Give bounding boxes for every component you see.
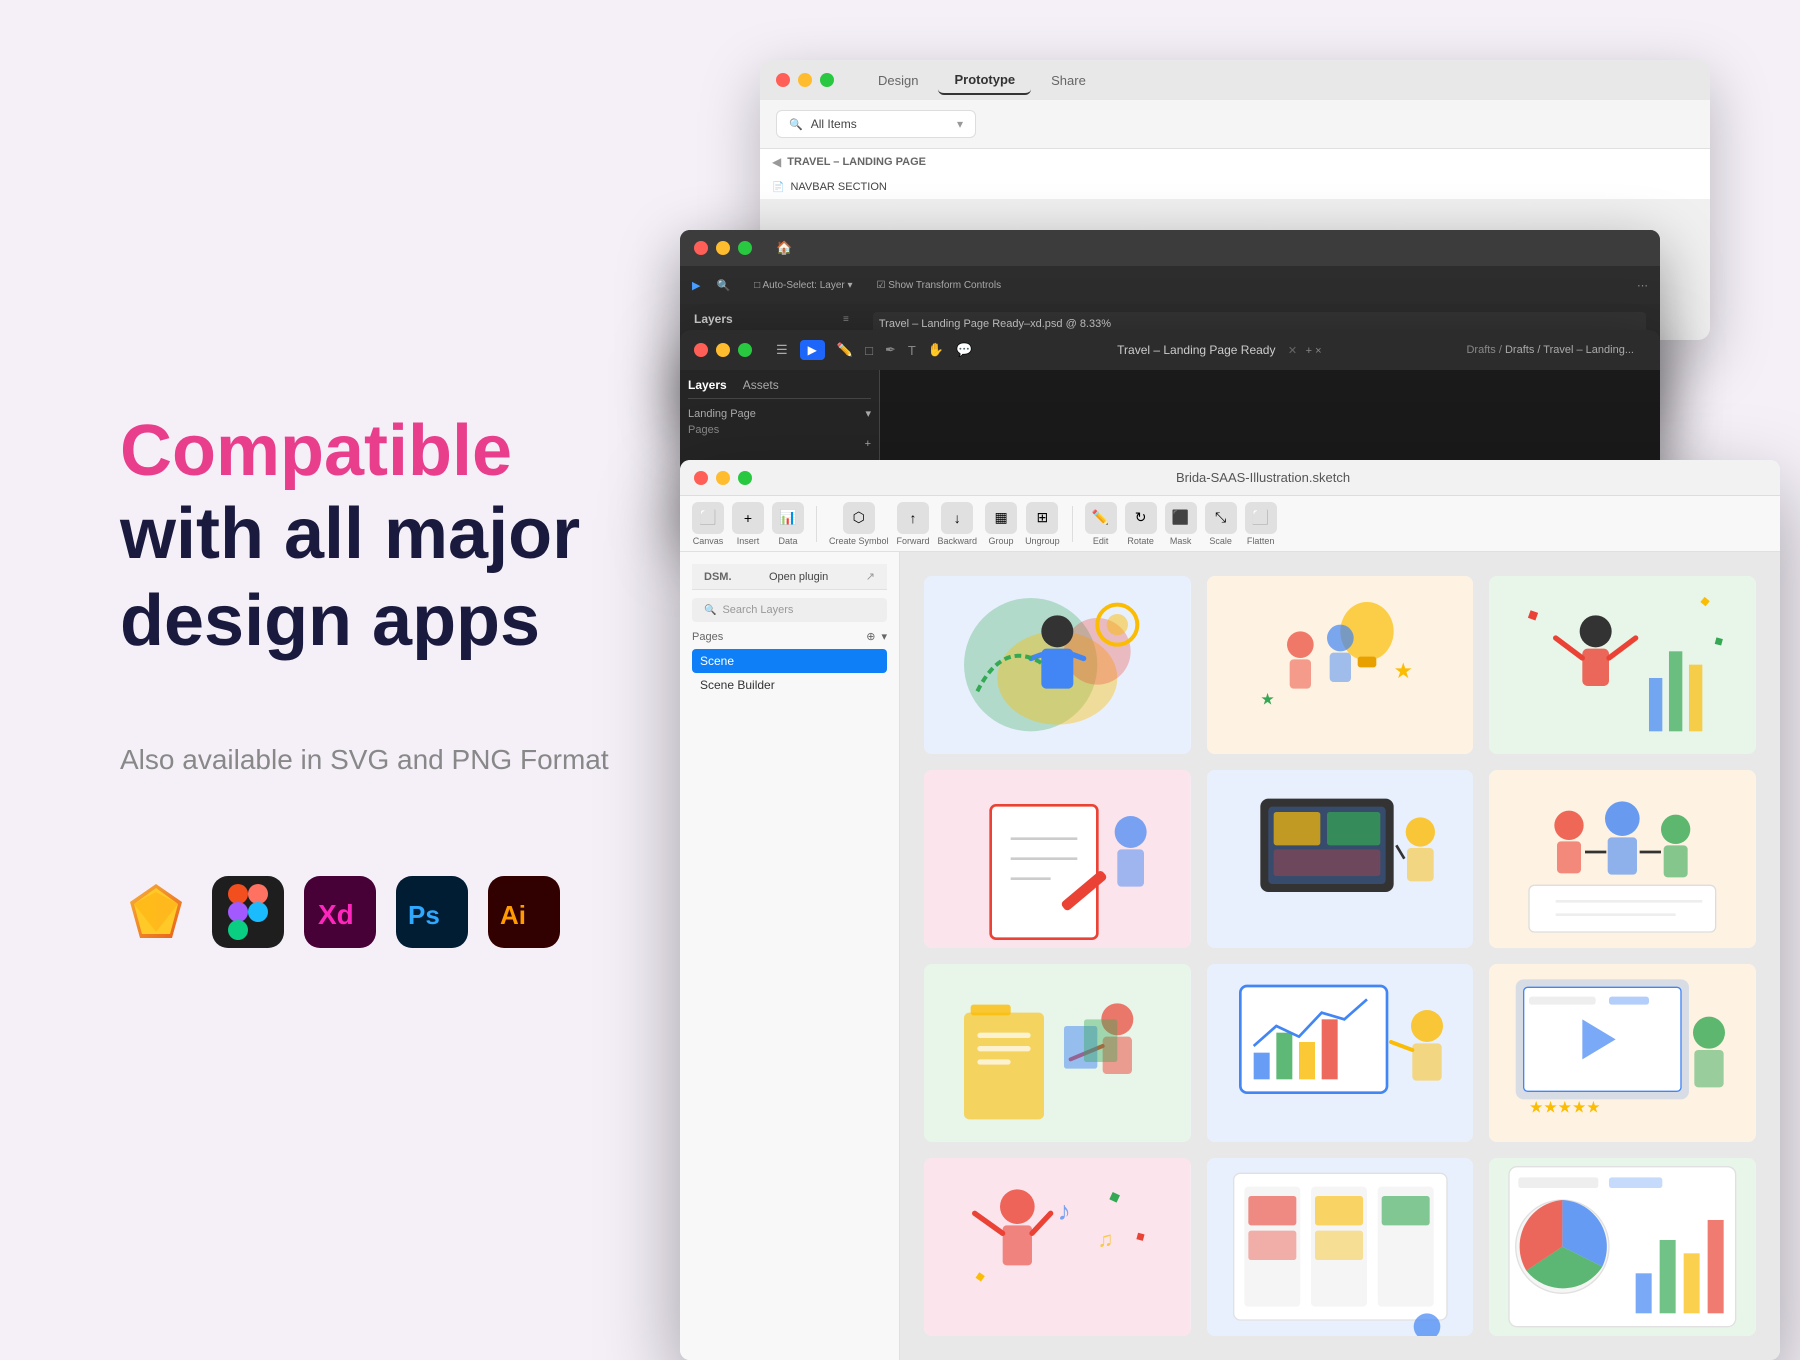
figma-prototype-titlebar: Design Prototype Share xyxy=(760,60,1710,100)
illustration-1 xyxy=(924,576,1191,754)
data-tool[interactable]: 📊 Data xyxy=(772,502,804,546)
headline-compatible: Compatible xyxy=(120,412,630,491)
sketch-plugin-bar: DSM. Open plugin ↗ xyxy=(692,564,887,590)
svg-text:Xd: Xd xyxy=(318,899,354,930)
mask-tool[interactable]: ⬛ Mask xyxy=(1165,502,1197,546)
illustration-12 xyxy=(1489,1158,1756,1336)
backward-tool[interactable]: ↓ Backward xyxy=(938,502,978,546)
sketch-toolbar: ⬜ Canvas + Insert 📊 Data ⬡ Create Symbol… xyxy=(680,496,1780,552)
svg-text:Ai: Ai xyxy=(500,900,526,930)
ai-icon: Ai xyxy=(488,876,560,948)
sketch-search-layers[interactable]: 🔍 Search Layers xyxy=(692,598,887,622)
layers-tab[interactable]: Layers xyxy=(688,378,727,392)
ps-maximize[interactable] xyxy=(738,241,752,255)
canvas-tool[interactable]: ⬜ Canvas xyxy=(692,502,724,546)
left-panel: Compatible with all major design apps Al… xyxy=(0,0,750,1360)
figma-tabs: Design Prototype Share xyxy=(862,66,1102,95)
minimize-button[interactable] xyxy=(798,73,812,87)
ps-icon: Ps xyxy=(396,876,468,948)
forward-tool[interactable]: ↑ Forward xyxy=(897,502,930,546)
sketch-body: DSM. Open plugin ↗ 🔍 Search Layers Pages… xyxy=(680,552,1780,1360)
illustration-8 xyxy=(1207,964,1474,1142)
svg-text:★: ★ xyxy=(1260,692,1274,709)
headline: Compatible with all major design apps xyxy=(120,412,630,664)
ps-titlebar: 🏠 xyxy=(680,230,1660,266)
create-symbol-tool[interactable]: ⬡ Create Symbol xyxy=(829,502,889,546)
breadcrumb-item: ◀ TRAVEL – LANDING PAGE xyxy=(760,149,1710,175)
scene-page[interactable]: Scene xyxy=(692,649,887,673)
right-panel: Design Prototype Share 🔍 All Items ▾ ◀ T… xyxy=(680,0,1800,1360)
illustration-3 xyxy=(1489,576,1756,754)
share-tab[interactable]: Share xyxy=(1035,67,1102,94)
figma-main-maximize[interactable] xyxy=(738,343,752,357)
xd-icon: Xd xyxy=(304,876,376,948)
ungroup-tool[interactable]: ⊞ Ungroup xyxy=(1025,502,1060,546)
scale-tool[interactable]: ⤡ Scale xyxy=(1205,502,1237,546)
flatten-tool[interactable]: ⬜ Flatten xyxy=(1245,502,1277,546)
svg-text:Ps: Ps xyxy=(408,900,440,930)
illustration-4 xyxy=(924,770,1191,948)
figma-main-titlebar: ☰ ▶ ✏️ □ ✒ T ✋ 💬 Travel – Landing Page R… xyxy=(680,330,1660,370)
design-tab[interactable]: Design xyxy=(862,67,934,94)
sketch-maximize[interactable] xyxy=(738,471,752,485)
sketch-canvas: ★ ★ xyxy=(900,552,1780,1360)
maximize-button[interactable] xyxy=(820,73,834,87)
sketch-close[interactable] xyxy=(694,471,708,485)
group-tool[interactable]: ▦ Group xyxy=(985,502,1017,546)
sketch-titlebar: Brida-SAAS-Illustration.sketch xyxy=(680,460,1780,496)
illustration-7 xyxy=(924,964,1191,1142)
illustration-6 xyxy=(1489,770,1756,948)
illustration-10: ♪ ♫ xyxy=(924,1158,1191,1336)
illustration-5 xyxy=(1207,770,1474,948)
close-button[interactable] xyxy=(776,73,790,87)
headline-rest-line2: design apps xyxy=(120,578,630,664)
figma-icon xyxy=(212,876,284,948)
scene-builder-page[interactable]: Scene Builder xyxy=(692,673,887,697)
sketch-icon xyxy=(120,876,192,948)
add-page-button[interactable]: ⊕ xyxy=(866,630,875,643)
edit-tool[interactable]: ✏️ Edit xyxy=(1085,502,1117,546)
navbar-section-item: 📄 NAVBAR SECTION xyxy=(760,175,1710,199)
svg-text:♪: ♪ xyxy=(1057,1196,1070,1226)
insert-tool[interactable]: + Insert xyxy=(732,502,764,546)
illustration-11 xyxy=(1207,1158,1474,1336)
svg-text:♫: ♫ xyxy=(1097,1228,1113,1252)
illustration-9: ★★★★★ xyxy=(1489,964,1756,1142)
rotate-tool[interactable]: ↻ Rotate xyxy=(1125,502,1157,546)
subtitle-text: Also available in SVG and PNG Format xyxy=(120,744,630,776)
sketch-pages-header: Pages ⊕ ▾ xyxy=(692,630,887,643)
sidebar-tabs: Layers Assets xyxy=(688,378,871,399)
sketch-window: Brida-SAAS-Illustration.sketch ⬜ Canvas … xyxy=(680,460,1780,1360)
figma-main-close[interactable] xyxy=(694,343,708,357)
svg-text:★★★★★: ★★★★★ xyxy=(1529,1100,1601,1117)
ps-minimize[interactable] xyxy=(716,241,730,255)
ps-close[interactable] xyxy=(694,241,708,255)
sketch-minimize[interactable] xyxy=(716,471,730,485)
prototype-tab[interactable]: Prototype xyxy=(938,66,1031,95)
figma-main-minimize[interactable] xyxy=(716,343,730,357)
all-items-search[interactable]: 🔍 All Items ▾ xyxy=(776,110,976,138)
illustration-2: ★ ★ xyxy=(1207,576,1474,754)
sketch-left-sidebar: DSM. Open plugin ↗ 🔍 Search Layers Pages… xyxy=(680,552,900,1360)
headline-rest-line1: with all major xyxy=(120,491,630,577)
svg-text:★: ★ xyxy=(1393,659,1412,683)
assets-tab[interactable]: Assets xyxy=(743,378,779,392)
sketch-pages-section: Pages ⊕ ▾ Scene Scene Builder xyxy=(692,630,887,697)
app-icons-row: Xd Ps Ai xyxy=(120,876,630,948)
ps-toolbar: ▶ 🔍 □ Auto-Select: Layer ▾ ☑ Show Transf… xyxy=(680,266,1660,304)
